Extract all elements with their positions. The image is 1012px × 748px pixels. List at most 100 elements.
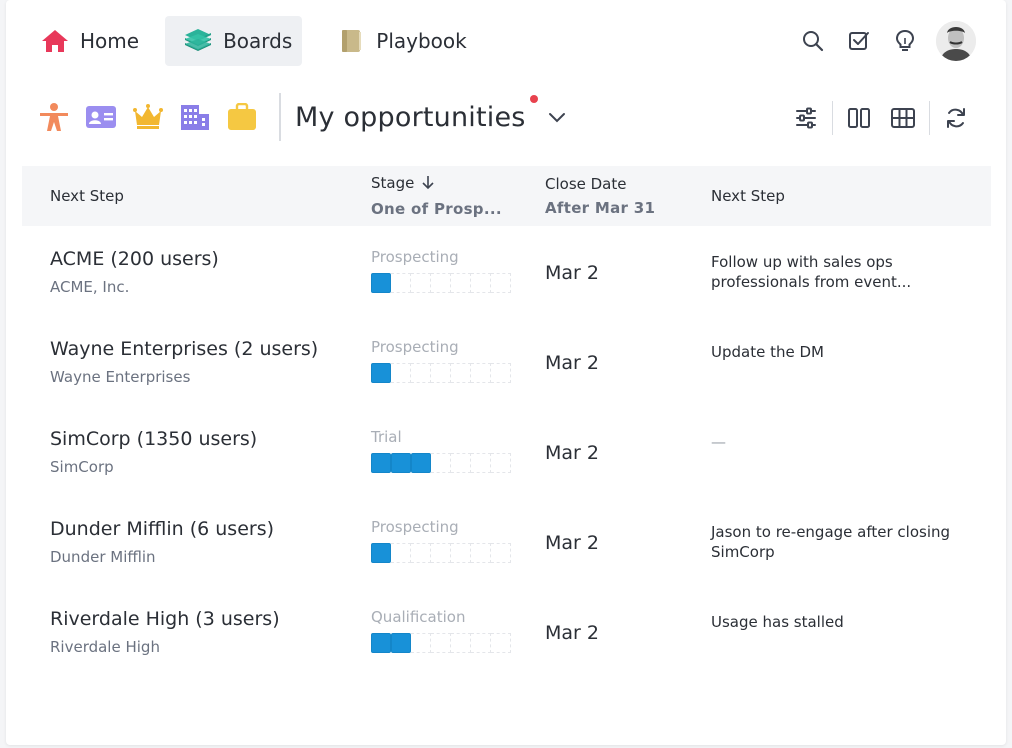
nav-boards[interactable]: Boards: [165, 16, 303, 66]
stage-segment-empty: [491, 363, 511, 383]
filter-sliders-icon[interactable]: [784, 96, 828, 140]
column-header-label: Next Step: [711, 187, 785, 205]
stage-label: Prospecting: [371, 518, 459, 536]
close-date: Mar 2: [545, 352, 599, 374]
building-icon[interactable]: [177, 99, 213, 135]
column-header-label: Next Step: [50, 187, 124, 205]
account-name: Wayne Enterprises: [50, 368, 191, 386]
view-bar: My opportunities: [36, 92, 566, 142]
column-header-stage[interactable]: Stage One of Prosp...: [371, 166, 502, 226]
column-header-close-date[interactable]: Close Date After Mar 31: [545, 166, 655, 226]
refresh-icon[interactable]: [934, 96, 978, 140]
opportunity-name[interactable]: SimCorp (1350 users): [50, 428, 257, 450]
stage-segment-empty: [491, 543, 511, 563]
nav-playbook[interactable]: Playbook: [318, 16, 476, 66]
table-row[interactable]: Wayne Enterprises (2 users) Wayne Enterp…: [22, 316, 991, 406]
stage-segment-empty: [431, 633, 451, 653]
stage-segment-filled: [371, 453, 391, 473]
account-name: Riverdale High: [50, 638, 160, 656]
table-row[interactable]: Dunder Mifflin (6 users) Dunder Mifflin …: [22, 496, 991, 586]
stage-label: Prospecting: [371, 338, 459, 356]
next-step-text: Update the DM: [711, 343, 824, 361]
stage-segment-empty: [491, 453, 511, 473]
stage-segment-empty: [391, 543, 411, 563]
stage-segment-empty: [471, 273, 491, 293]
stage-segment-filled: [371, 273, 391, 293]
stage-segment-empty: [471, 363, 491, 383]
close-date: Mar 2: [545, 532, 599, 554]
account-name: SimCorp: [50, 458, 114, 476]
column-header-label: Close Date: [545, 175, 627, 193]
layers-icon: [183, 26, 213, 56]
column-header-next-step[interactable]: Next Step: [711, 166, 785, 226]
stage-segment-empty: [431, 453, 451, 473]
stage-progress: [371, 543, 511, 563]
nav-playbook-label: Playbook: [376, 29, 467, 53]
columns-icon[interactable]: [837, 96, 881, 140]
app-window: Home Boards Playbook My opportunities Ne…: [6, 0, 1006, 745]
sort-arrow-down-icon[interactable]: [422, 175, 434, 194]
column-filter-value[interactable]: After Mar 31: [545, 199, 655, 217]
top-nav: Home Boards Playbook: [22, 16, 493, 66]
stage-progress: [371, 453, 511, 473]
table-row[interactable]: SimCorp (1350 users) SimCorp Trial Mar 2…: [22, 406, 991, 496]
table-row[interactable]: Riverdale High (3 users) Riverdale High …: [22, 586, 991, 676]
column-header-label: Stage: [371, 174, 415, 192]
stage-segment-empty: [411, 633, 431, 653]
table-header: Next Step Stage One of Prosp... Close Da…: [22, 166, 991, 226]
account-name: Dunder Mifflin: [50, 548, 156, 566]
view-toolbar: [784, 96, 978, 140]
book-icon: [336, 26, 366, 56]
stage-segment-empty: [451, 453, 471, 473]
divider: [929, 101, 930, 135]
stage-segment-empty: [431, 273, 451, 293]
divider: [279, 93, 281, 141]
column-header-name[interactable]: Next Step: [50, 166, 124, 226]
opportunity-name[interactable]: Wayne Enterprises (2 users): [50, 338, 318, 360]
stage-segment-filled: [411, 453, 431, 473]
chevron-down-icon[interactable]: [548, 111, 566, 123]
stage-segment-empty: [491, 633, 511, 653]
stage-progress: [371, 363, 511, 383]
nav-boards-label: Boards: [223, 29, 293, 53]
next-step-text: Follow up with sales ops professionals f…: [711, 253, 912, 291]
stage-segment-empty: [411, 273, 431, 293]
lightbulb-icon[interactable]: [882, 18, 928, 64]
grid-icon[interactable]: [881, 96, 925, 140]
next-step-text: Usage has stalled: [711, 613, 844, 631]
opportunity-name[interactable]: ACME (200 users): [50, 248, 219, 270]
home-icon: [40, 26, 70, 56]
close-date: Mar 2: [545, 442, 599, 464]
nav-home[interactable]: Home: [22, 16, 149, 66]
checkbox-icon[interactable]: [836, 18, 882, 64]
opportunity-name[interactable]: Dunder Mifflin (6 users): [50, 518, 274, 540]
account-name: ACME, Inc.: [50, 278, 130, 296]
top-toolbar: [790, 18, 976, 64]
stage-segment-empty: [451, 273, 471, 293]
person-icon[interactable]: [36, 99, 72, 135]
stage-segment-empty: [391, 273, 411, 293]
view-title[interactable]: My opportunities: [295, 102, 526, 133]
stage-segment-empty: [451, 633, 471, 653]
stage-segment-empty: [451, 363, 471, 383]
crown-icon[interactable]: [130, 99, 166, 135]
column-filter-value[interactable]: One of Prosp...: [371, 200, 502, 218]
nav-home-label: Home: [80, 29, 140, 53]
divider: [832, 101, 833, 135]
close-date: Mar 2: [545, 262, 599, 284]
opportunity-name[interactable]: Riverdale High (3 users): [50, 608, 280, 630]
stage-progress: [371, 633, 511, 653]
table-row[interactable]: ACME (200 users) ACME, Inc. Prospecting …: [22, 226, 991, 316]
stage-segment-filled: [391, 453, 411, 473]
search-icon[interactable]: [790, 18, 836, 64]
stage-segment-empty: [471, 453, 491, 473]
next-step-text: —: [711, 433, 726, 451]
next-step-text: Jason to re-engage after closing SimCorp: [711, 523, 951, 561]
stage-segment-empty: [491, 273, 511, 293]
close-date: Mar 2: [545, 622, 599, 644]
contact-card-icon[interactable]: [83, 99, 119, 135]
briefcase-icon[interactable]: [224, 99, 260, 135]
stage-segment-empty: [471, 633, 491, 653]
stage-segment-empty: [451, 543, 471, 563]
avatar[interactable]: [936, 21, 976, 61]
